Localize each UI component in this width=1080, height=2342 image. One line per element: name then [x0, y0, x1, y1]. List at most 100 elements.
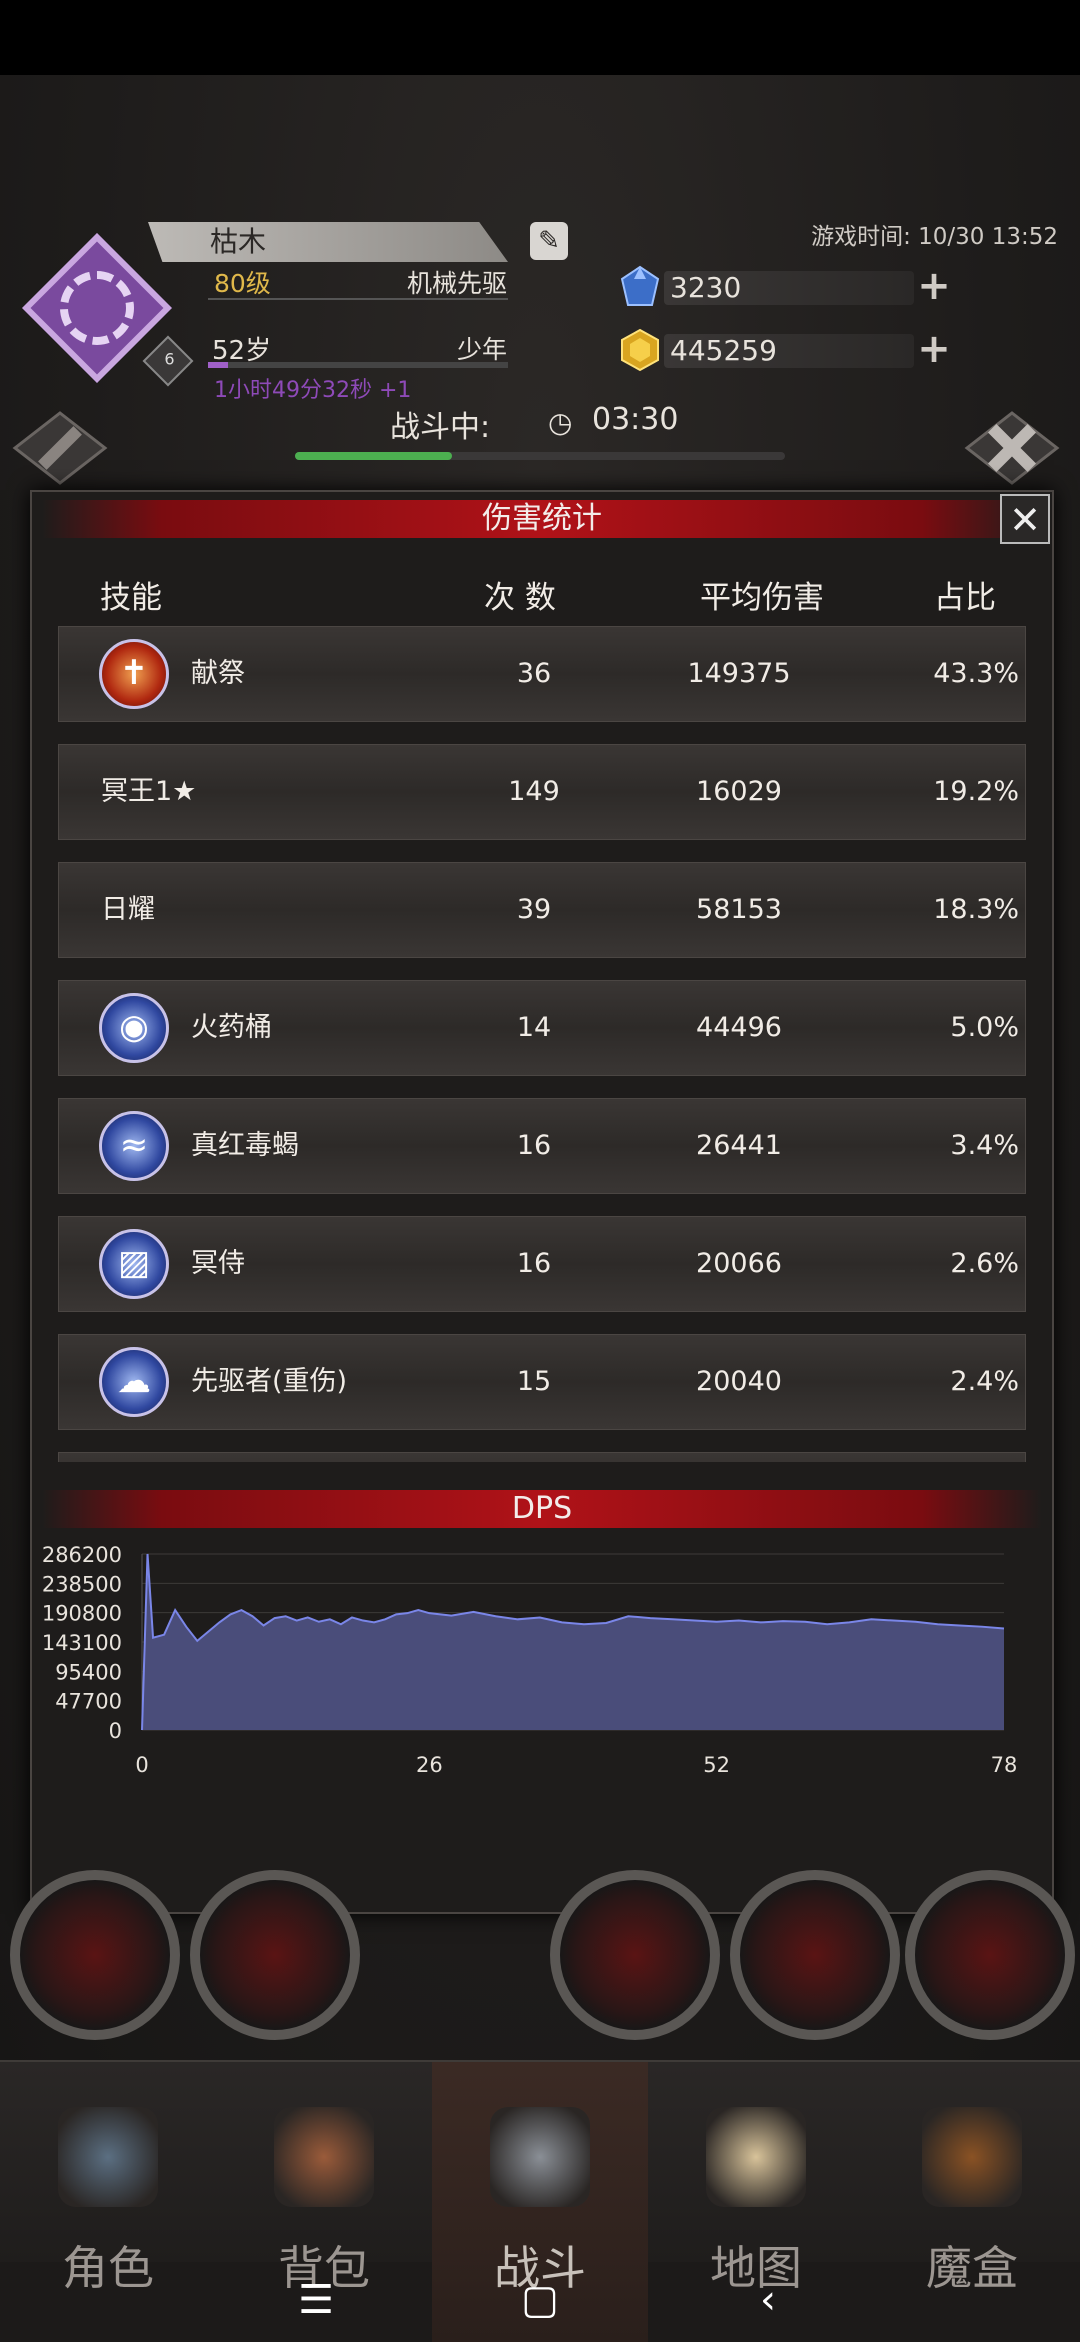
y-tick-label: 190800 — [42, 1602, 122, 1626]
skill-orbs — [0, 1870, 1080, 2060]
table-row[interactable] — [58, 1452, 1026, 1462]
table-row[interactable]: 冥王1★ 149 16029 19.2% — [58, 744, 1026, 840]
battle-progress-fill — [295, 452, 452, 460]
table-row[interactable]: ▨ 冥侍 16 20066 2.6% — [58, 1216, 1026, 1312]
add-gold-gem-button[interactable]: + — [916, 329, 952, 369]
skill-count: 36 — [516, 658, 552, 689]
skill-pct: 19.2% — [933, 776, 1019, 807]
skill-avg: 44496 — [696, 1012, 782, 1043]
skill-count: 39 — [516, 894, 552, 925]
x-tick-label: 78 — [991, 1753, 1018, 1777]
home-button[interactable]: ▢ — [500, 2272, 580, 2328]
close-button[interactable]: ✕ — [1000, 494, 1050, 544]
gold-gem-icon — [621, 328, 659, 372]
menu-button[interactable]: ☰ — [276, 2272, 356, 2328]
status-bar — [0, 0, 1080, 75]
dps-area — [142, 1554, 1004, 1730]
weapon-slot-icon[interactable] — [10, 408, 110, 488]
column-percent: 占比 — [934, 580, 996, 616]
sacrifice-icon: ✝ — [99, 639, 169, 709]
modal-title: 伤害统计 — [482, 501, 602, 536]
skill-avg: 26441 — [696, 1130, 782, 1161]
player-level: 80级 — [214, 269, 271, 298]
y-tick-label: 286200 — [42, 1543, 122, 1567]
skill-count: 15 — [516, 1366, 552, 1397]
x-tick-label: 52 — [703, 1753, 730, 1777]
battle-timer: 03:30 — [592, 402, 679, 437]
skill-name: 冥侍 — [191, 1248, 245, 1279]
skill-name: 真红毒蝎 — [191, 1130, 299, 1161]
age-progress — [208, 362, 508, 368]
skill-avg: 20040 — [696, 1366, 782, 1397]
gold-gem-count: 445259 — [670, 334, 777, 367]
game-time: 游戏时间: 10/30 13:52 — [811, 224, 1058, 250]
add-blue-gem-button[interactable]: + — [916, 266, 952, 306]
y-tick-label: 0 — [109, 1719, 122, 1743]
scroll-icon — [706, 2107, 806, 2207]
skill-pct: 3.4% — [950, 1130, 1019, 1161]
dps-title: DPS — [511, 1491, 573, 1526]
skill-avg: 20066 — [696, 1248, 782, 1279]
skill-count: 14 — [516, 1012, 552, 1043]
skill-orb[interactable] — [730, 1870, 900, 2040]
name-plate — [148, 222, 508, 262]
gear-icon — [60, 271, 134, 345]
damage-stats-dialog: 伤害统计 ✕ 技能 次 数 平均伤害 占比 ✝ 献祭 36 149375 43.3% 冥王… — [30, 490, 1054, 1914]
powder-keg-icon: ◉ — [99, 993, 169, 1063]
skill-orb[interactable] — [905, 1870, 1075, 2040]
skill-pct: 18.3% — [933, 894, 1019, 925]
table-row[interactable]: 日耀 39 58153 18.3% — [58, 862, 1026, 958]
skill-icon-glyph: ✝ — [119, 653, 149, 693]
crossed-swords-icon[interactable] — [962, 408, 1062, 488]
divider — [208, 298, 508, 300]
skill-orb[interactable] — [10, 1870, 180, 2040]
skill-pct: 2.6% — [950, 1248, 1019, 1279]
y-tick-label: 47700 — [55, 1690, 122, 1714]
skill-name: 冥王1★ — [101, 776, 197, 807]
class-emblem[interactable]: 6 — [22, 233, 194, 387]
skill-avg: 149375 — [687, 658, 791, 689]
online-time: 1小时49分32秒 +1 — [214, 378, 412, 403]
skill-name: 日耀 — [101, 894, 155, 925]
y-tick-label: 238500 — [42, 1572, 122, 1596]
edit-icon[interactable]: ✎ — [530, 222, 568, 260]
damage-table[interactable]: ✝ 献祭 36 149375 43.3% 冥王1★ 149 16029 19.2% 日耀 39 581… — [58, 624, 1026, 1462]
table-row[interactable]: ✝ 献祭 36 149375 43.3% — [58, 626, 1026, 722]
battle-progress — [295, 452, 785, 460]
explosion-icon: ☁ — [99, 1347, 169, 1417]
skill-count: 16 — [516, 1130, 552, 1161]
skill-orb[interactable] — [550, 1870, 720, 2040]
table-row[interactable]: ☁ 先驱者(重伤) 15 20040 2.4% — [58, 1334, 1026, 1430]
helmet-icon — [58, 2107, 158, 2207]
clock-icon: ◷ — [548, 406, 573, 439]
magic-box-icon — [922, 2107, 1022, 2207]
blue-gem-count: 3230 — [670, 271, 742, 304]
dps-chart: 286200 238500 190800 143100 95400 47700 00 26 52… — [42, 1543, 1018, 1777]
skill-pct: 43.3% — [933, 658, 1019, 689]
back-button[interactable]: ‹ — [728, 2272, 808, 2328]
skill-name: 献祭 — [191, 658, 245, 689]
gold-gem-resource: 445259 + — [620, 328, 952, 372]
skill-count: 16 — [516, 1248, 552, 1279]
table-row[interactable]: ≈ 真红毒蝎 16 26441 3.4% — [58, 1098, 1026, 1194]
column-skill: 技能 — [100, 580, 162, 616]
scorpion-icon: ≈ — [99, 1111, 169, 1181]
skill-avg: 16029 — [696, 776, 782, 807]
battle-status: 战斗中: — [390, 410, 491, 445]
blue-gem-icon — [620, 265, 660, 306]
age-progress-fill — [208, 362, 228, 368]
skill-orb[interactable] — [190, 1870, 360, 2040]
skill-name: 火药桶 — [191, 1012, 272, 1043]
y-tick-label: 143100 — [42, 1631, 122, 1655]
backpack-icon — [274, 2107, 374, 2207]
emblem-level-text: 6 — [164, 349, 175, 369]
x-tick-label: 26 — [416, 1753, 443, 1777]
y-tick-label: 95400 — [55, 1660, 122, 1684]
player-name: 枯木 — [210, 225, 267, 258]
player-class: 机械先驱 — [406, 269, 507, 298]
table-row[interactable]: ◉ 火药桶 14 44496 5.0% — [58, 980, 1026, 1076]
x-tick-label: 0 — [135, 1753, 148, 1777]
skill-pct: 5.0% — [950, 1012, 1019, 1043]
system-nav-bar: ☰ ▢ ‹ — [0, 2260, 1080, 2340]
bottom-nav: 角色 背包 战斗 地图 魔盒 — [0, 2060, 1080, 2342]
